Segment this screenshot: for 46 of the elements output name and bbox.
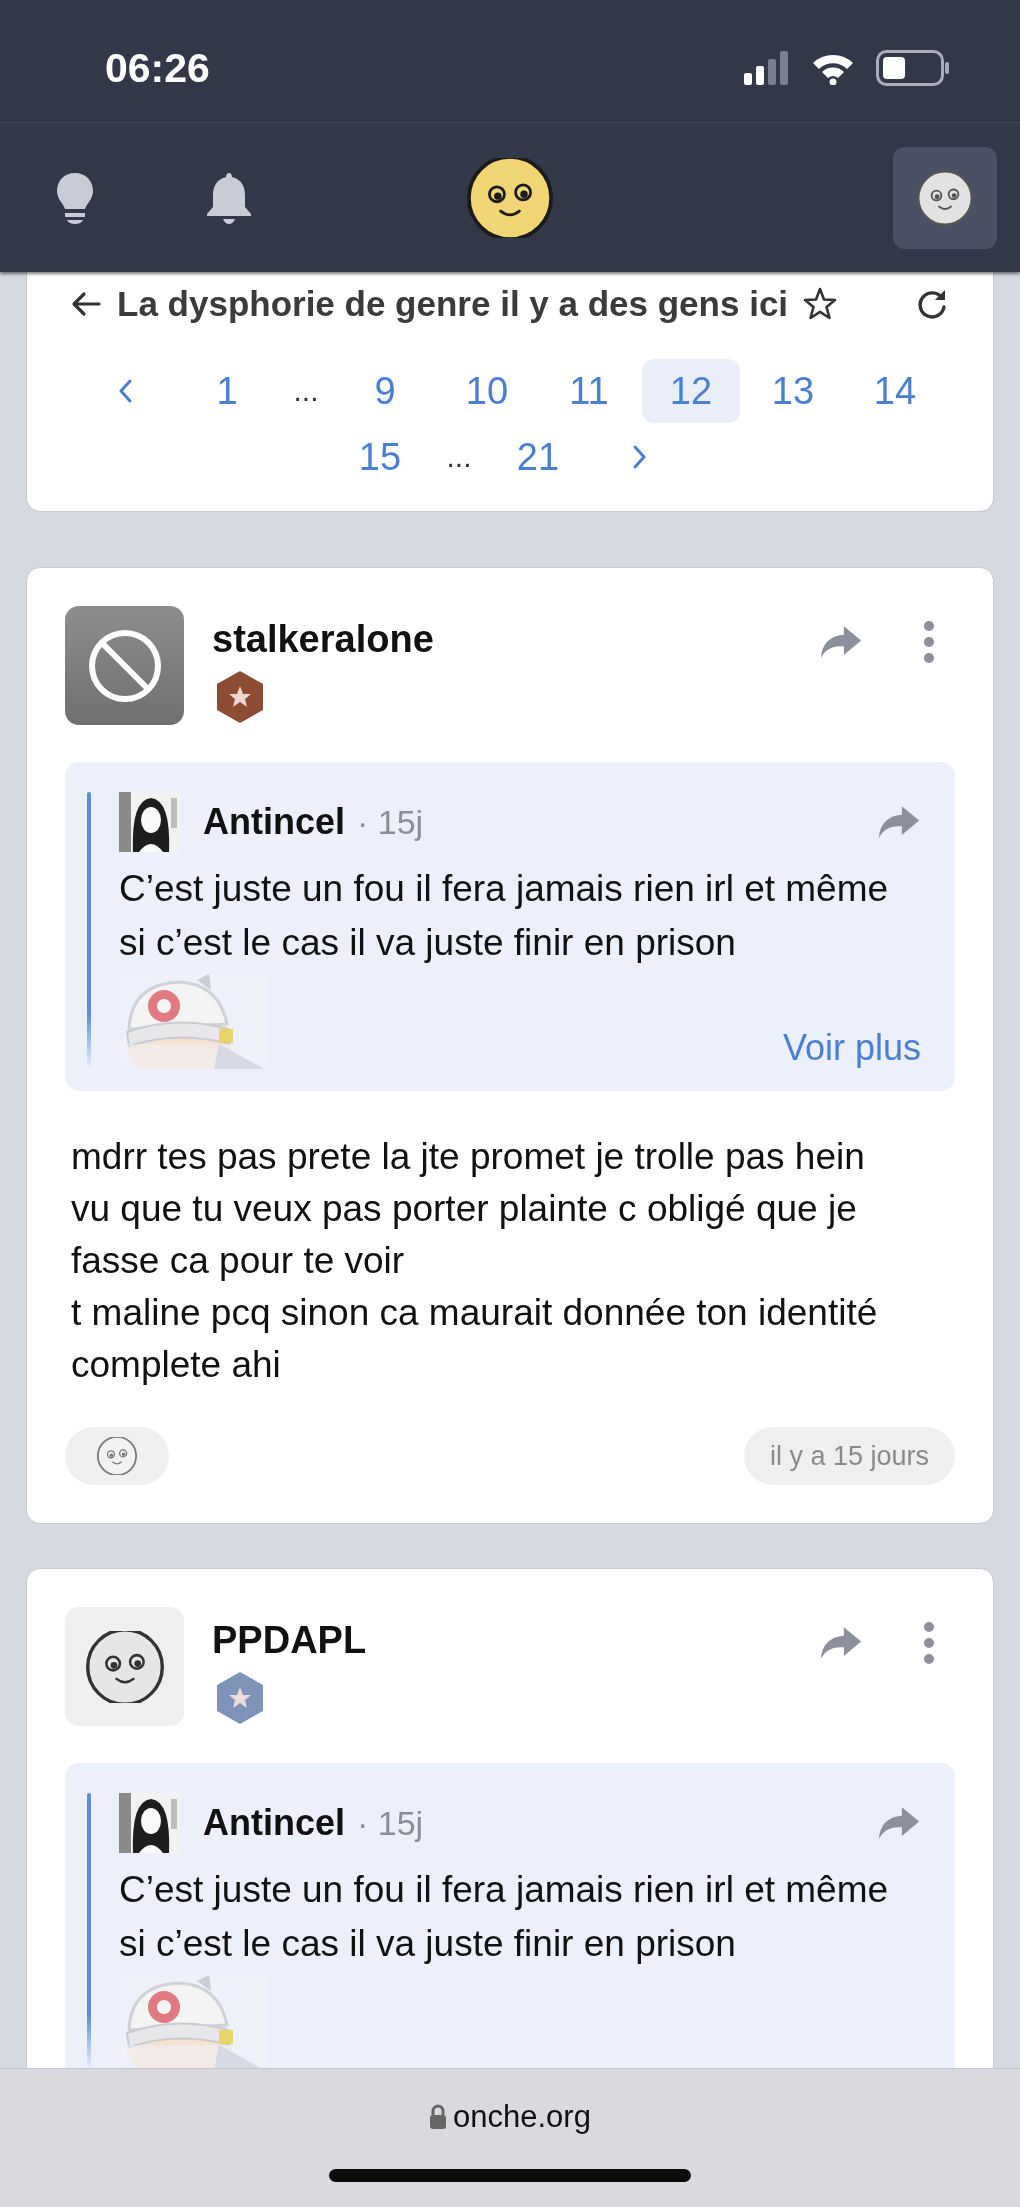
more-options-icon[interactable] [923,620,935,664]
share-icon[interactable] [819,624,863,660]
avatar-face-icon [85,1630,164,1703]
page-link[interactable]: 14 [846,359,944,423]
username[interactable]: PPDAPL [212,1619,367,1662]
share-icon[interactable] [819,1625,863,1661]
share-icon[interactable] [877,1805,921,1841]
bell-icon[interactable] [205,170,253,225]
quote-text: C’est juste un fou il fera jamais rien irl et même si c’est le cas il va juste finir en prison [119,867,890,965]
page-ellipsis: ... [445,439,473,475]
page-link[interactable]: 11 [540,359,638,423]
lightbulb-icon[interactable] [55,170,95,225]
post-text: mdrr tes pas prete la jte promet je trolle pas hein vu que tu veux pas porter plainte c obligé que je fasse ca pour te voir t maline pcq sinon ca maurait donnée ton identité complete ahi [70,1135,879,1387]
page-link[interactable]: 21 [489,425,587,489]
clock-time: 06:26 [105,44,210,92]
lock-icon [429,2104,448,2130]
profile-button[interactable] [893,146,997,249]
page-link[interactable]: 1 [178,359,276,423]
page-link[interactable]: 9 [336,359,434,423]
smiley-logo-icon[interactable] [467,157,553,238]
quote-age: · 15j [357,802,424,842]
username[interactable]: stalkeralone [212,618,434,661]
site-address[interactable]: onche.org [453,2099,591,2135]
page-link[interactable]: 10 [438,359,536,423]
star-icon[interactable] [802,286,839,322]
see-more-link[interactable]: Voir plus [782,1027,921,1069]
post-date: il y a 15 jours [743,1427,955,1485]
back-arrow-icon[interactable] [71,291,101,317]
prohibited-icon [86,627,163,704]
signal-icon [744,51,790,85]
chevron-left-icon[interactable] [118,379,132,403]
smiley-icon [97,1437,137,1475]
quote-text: C’est juste un fou il fera jamais rien irl et même si c’est le cas il va juste finir en prison [119,1868,890,1966]
avatar-face-icon [914,169,976,226]
quote-author[interactable]: Antincel [203,801,345,843]
quote-author[interactable]: Antincel [203,1802,345,1844]
page-link[interactable]: 15 [331,425,429,489]
more-options-icon[interactable] [923,1621,935,1665]
battery-icon [876,50,950,86]
page-ellipsis: ... [292,373,320,409]
chevron-right-icon[interactable] [633,445,647,469]
page-link[interactable]: 13 [744,359,842,423]
quote-age: · 15j [357,1803,424,1843]
page-link[interactable]: 12 [642,359,740,423]
share-icon[interactable] [877,804,921,840]
topic-title: La dysphorie de genre il y a des gens ici [117,284,789,324]
